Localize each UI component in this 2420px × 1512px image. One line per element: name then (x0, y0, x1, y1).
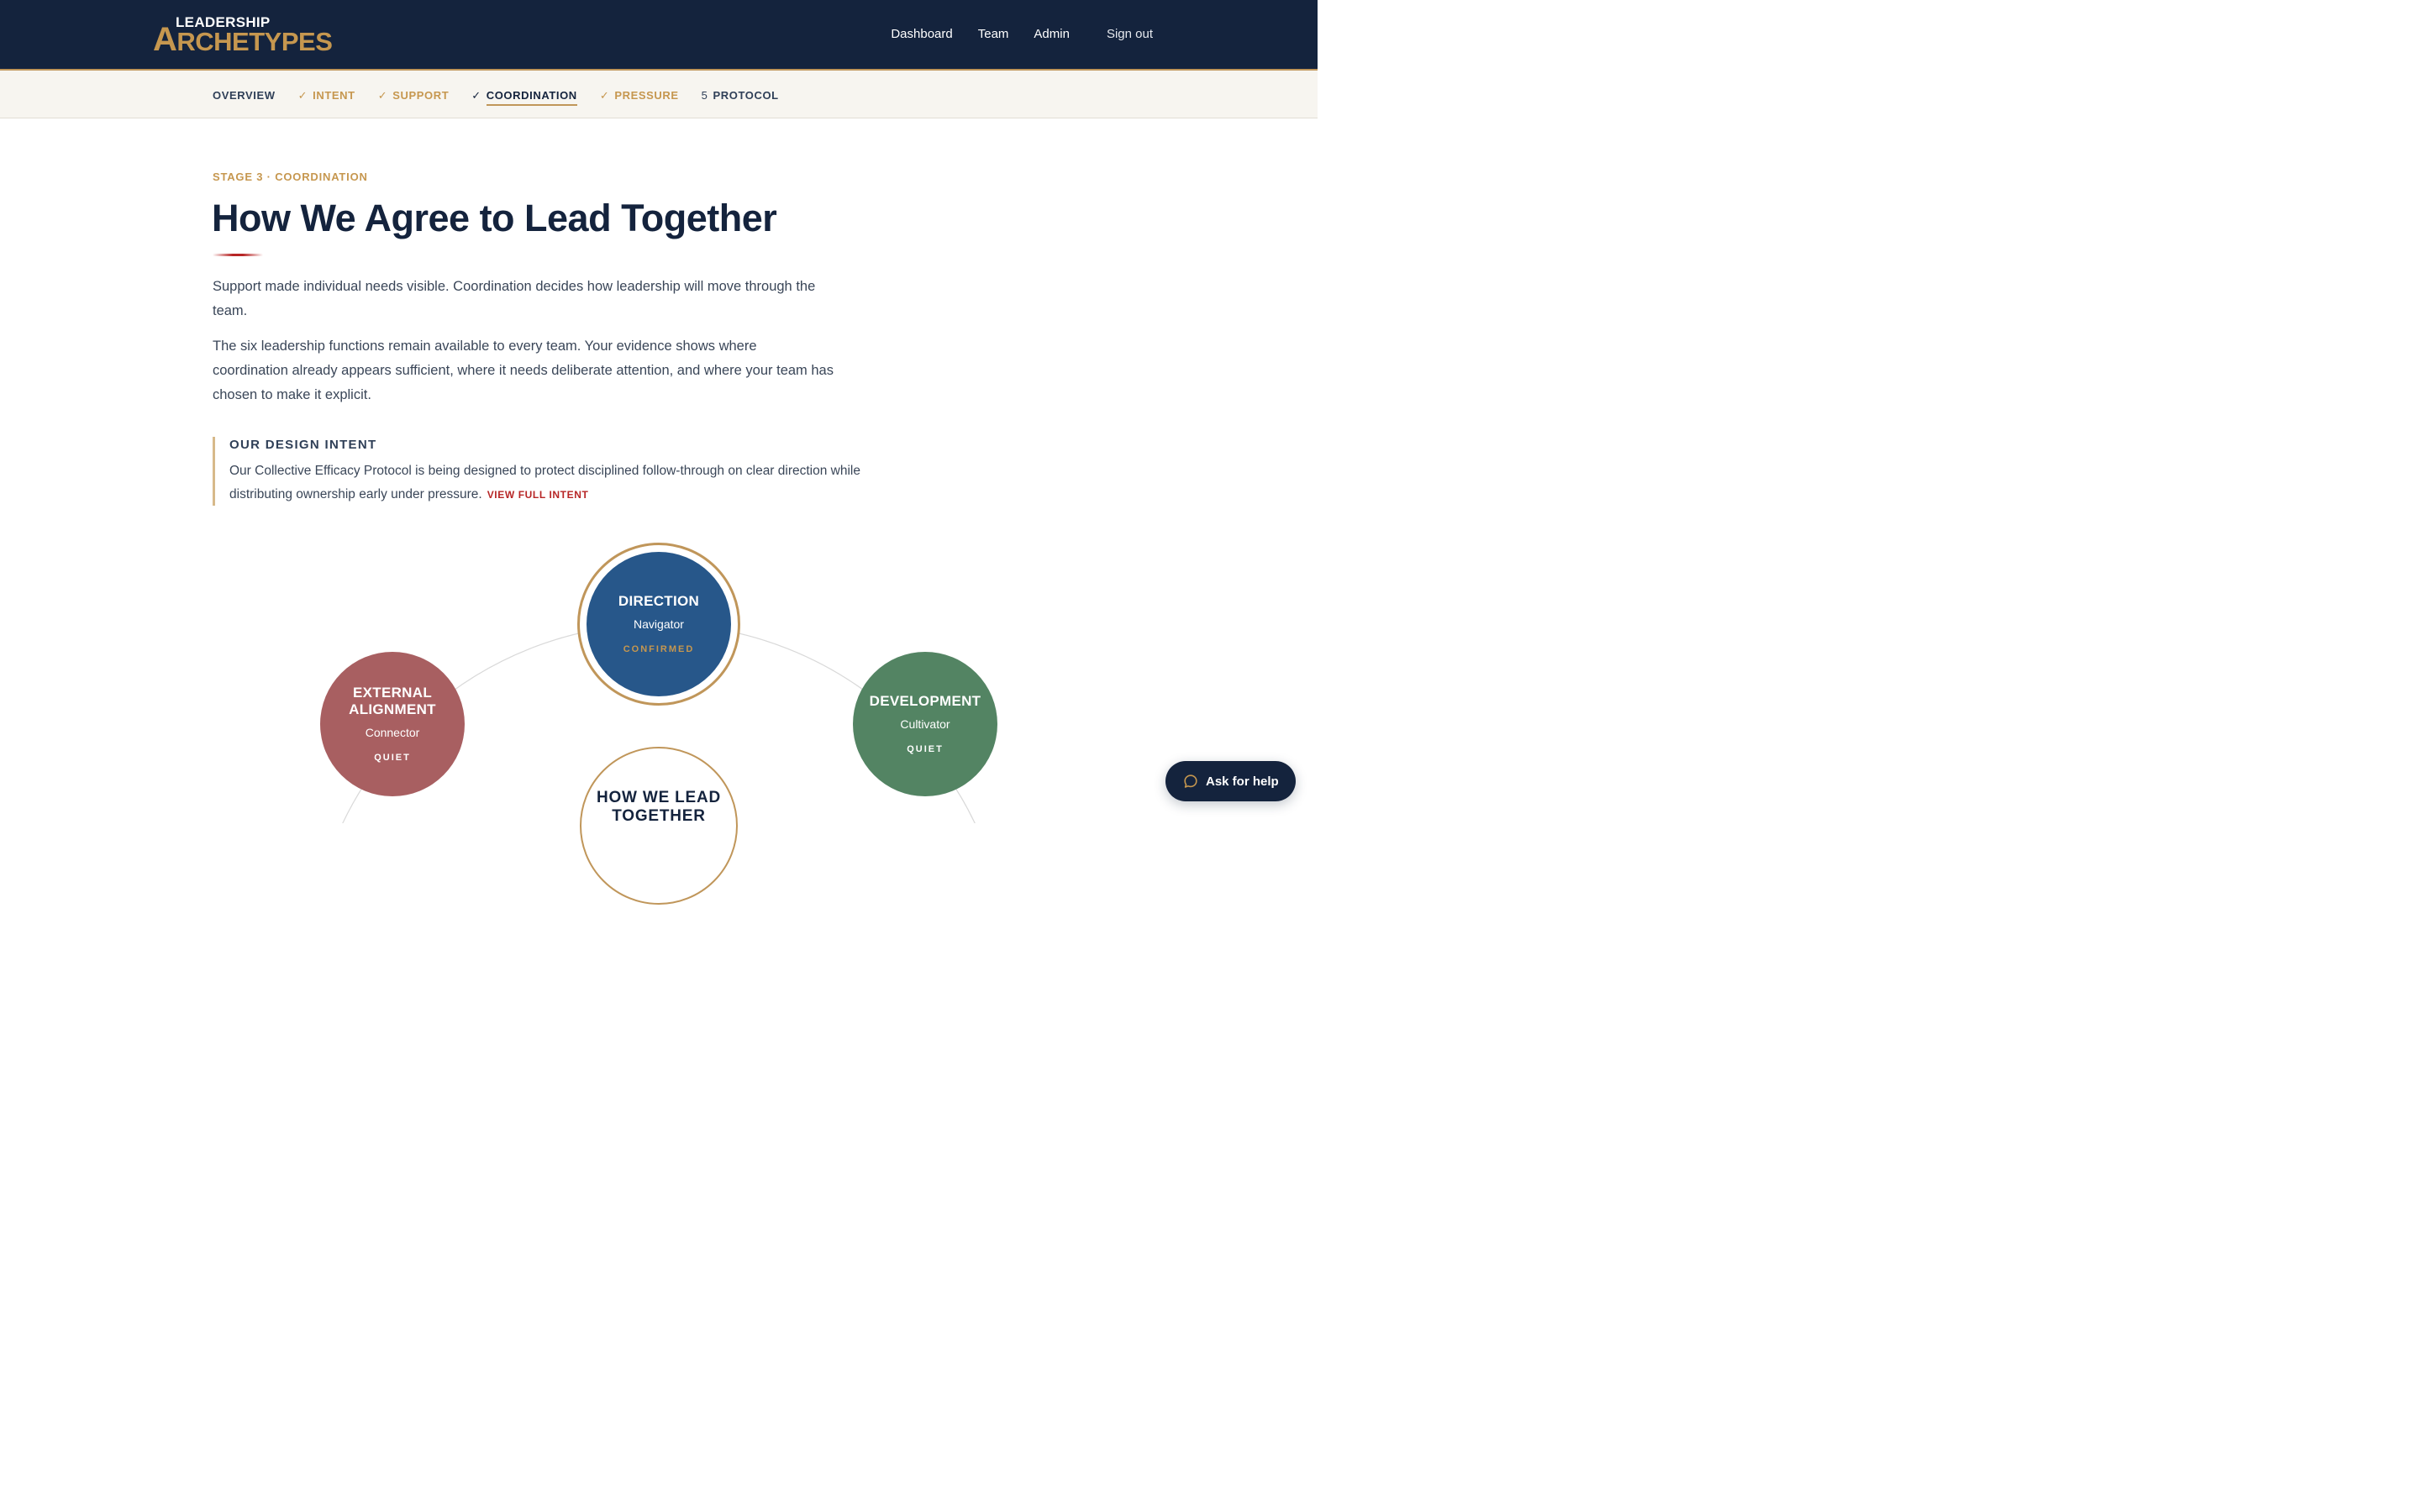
step-label: SUPPORT (392, 89, 450, 102)
direction-node-inner: DIRECTION Navigator CONFIRMED (587, 552, 731, 696)
design-intent-callout: OUR DESIGN INTENT Our Collective Efficac… (213, 437, 902, 506)
stage-stepper: OVERVIEW ✓ INTENT ✓ SUPPORT ✓ COORDINATION … (0, 71, 1318, 118)
checkmark-icon: ✓ (297, 89, 308, 102)
node-status: QUIET (907, 744, 944, 754)
node-title: DIRECTION (618, 593, 700, 609)
leadership-archetypes-logo[interactable]: LEADERSHIP ARCHETYPES (153, 14, 333, 56)
step-pressure[interactable]: ✓ PRESSURE (600, 89, 679, 106)
page-title: How We Agree to Lead Together (212, 197, 777, 239)
how-we-lead-together-hub[interactable]: HOW WE LEAD TOGETHER (580, 747, 738, 905)
function-node-direction[interactable]: DIRECTION Navigator CONFIRMED (577, 543, 740, 706)
node-title: EXTERNAL ALIGNMENT (349, 685, 436, 717)
ask-for-help-button[interactable]: Ask for help (1165, 761, 1296, 801)
logo-rest: RCHETYPES (176, 27, 333, 56)
intro-paragraph-1: Support made individual needs visible. C… (213, 279, 816, 318)
stage-eyebrow: STAGE 3 · COORDINATION (213, 171, 368, 183)
logo-first-letter: A (153, 21, 177, 58)
design-intent-text: Our Collective Efficacy Protocol is bein… (229, 459, 902, 507)
checkmark-icon: ✓ (377, 89, 388, 102)
node-archetype: Cultivator (900, 717, 950, 731)
hub-title: HOW WE LEAD TOGETHER (596, 789, 722, 825)
nav-team-link[interactable]: Team (978, 26, 1009, 43)
step-protocol[interactable]: 5 PROTOCOL (702, 89, 779, 106)
node-archetype: Connector (365, 726, 420, 739)
step-overview[interactable]: OVERVIEW (213, 89, 276, 106)
step-label: COORDINATION (486, 89, 577, 106)
node-title: DEVELOPMENT (869, 693, 981, 709)
chat-bubble-icon (1184, 774, 1197, 788)
step-coordination[interactable]: ✓ COORDINATION (471, 89, 577, 106)
stepper-steps: OVERVIEW ✓ INTENT ✓ SUPPORT ✓ COORDINATION … (213, 89, 779, 106)
title-divider (213, 254, 263, 256)
logo-bottom-text: ARCHETYPES (153, 23, 333, 56)
function-node-external-alignment[interactable]: EXTERNAL ALIGNMENT Connector QUIET (320, 652, 465, 796)
design-intent-title: OUR DESIGN INTENT (229, 438, 377, 452)
step-intent[interactable]: ✓ INTENT (298, 89, 355, 106)
sign-out-link[interactable]: Sign out (1107, 26, 1153, 43)
top-navigation-bar: LEADERSHIP ARCHETYPES Dashboard Team Adm… (0, 0, 1318, 71)
intro-paragraph-2: The six leadership functions remain avai… (213, 339, 834, 402)
function-node-development[interactable]: DEVELOPMENT Cultivator QUIET (853, 652, 997, 796)
step-label: PROTOCOL (713, 89, 779, 102)
checkmark-icon: ✓ (599, 89, 610, 102)
step-label: INTENT (313, 89, 355, 102)
checkmark-icon: ✓ (471, 89, 481, 102)
main-nav: Dashboard Team Admin Sign out (891, 26, 1153, 43)
nav-admin-link[interactable]: Admin (1034, 26, 1070, 43)
nav-dashboard-link[interactable]: Dashboard (891, 26, 952, 43)
view-full-intent-link[interactable]: VIEW FULL INTENT (487, 489, 589, 501)
step-support[interactable]: ✓ SUPPORT (378, 89, 450, 106)
node-status: CONFIRMED (623, 644, 695, 654)
step-label: OVERVIEW (213, 89, 276, 102)
step-number: 5 (701, 89, 708, 102)
node-status: QUIET (374, 753, 411, 763)
help-label: Ask for help (1206, 774, 1279, 789)
step-label: PRESSURE (614, 89, 679, 102)
node-archetype: Navigator (634, 617, 684, 631)
